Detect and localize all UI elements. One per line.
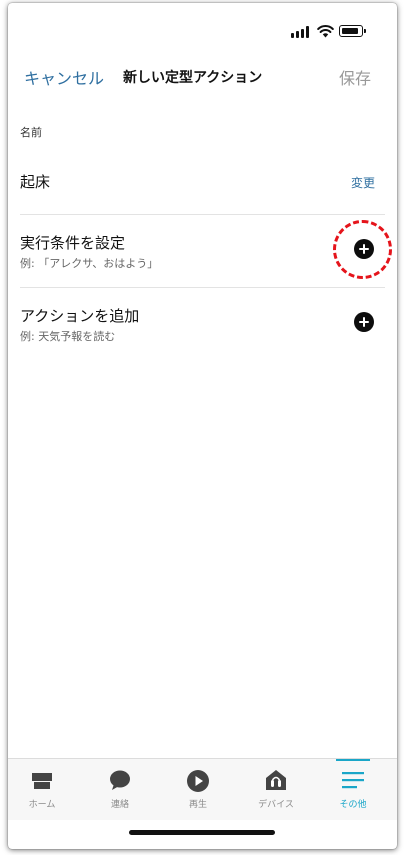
navigation-bar: キャンセル 新しい定型アクション 保存 [8, 59, 397, 95]
add-action-plus-icon[interactable] [354, 312, 374, 332]
trigger-example: 例: 「アレクサ、おはよう」 [20, 257, 159, 270]
add-action-row[interactable]: アクションを追加 例: 天気予報を読む [20, 305, 385, 355]
tab-label: ホーム [28, 800, 56, 810]
menu-icon [342, 772, 364, 789]
cellular-signal-icon [291, 26, 313, 38]
action-title: アクションを追加 [20, 307, 140, 325]
tab-devices[interactable]: デバイス [246, 759, 306, 819]
action-example: 例: 天気予報を読む [20, 330, 116, 343]
cancel-button[interactable]: キャンセル [24, 65, 104, 89]
divider [20, 214, 385, 215]
add-trigger-plus-icon[interactable] [354, 239, 374, 259]
chat-bubble-icon [110, 770, 130, 790]
trigger-title: 実行条件を設定 [20, 234, 126, 252]
routine-name-row: 起床 変更 [20, 158, 385, 214]
tab-home[interactable]: ホーム [12, 759, 72, 819]
bottom-tab-bar: ホーム 連絡 再生 デバイス その他 [8, 758, 397, 820]
wifi-icon [317, 25, 334, 38]
page-title: 新しい定型アクション [123, 70, 263, 86]
change-name-button[interactable]: 変更 [351, 174, 375, 191]
save-button[interactable]: 保存 [339, 65, 371, 89]
tab-play[interactable]: 再生 [168, 759, 228, 819]
name-section-label: 名前 [20, 126, 42, 139]
devices-icon [266, 770, 286, 790]
tab-label: 再生 [188, 800, 207, 810]
home-icon [32, 773, 52, 789]
set-trigger-row[interactable]: 実行条件を設定 例: 「アレクサ、おはよう」 [20, 232, 385, 282]
play-icon [187, 770, 209, 792]
tab-communicate[interactable]: 連絡 [90, 759, 150, 819]
phone-screen: キャンセル 新しい定型アクション 保存 名前 起床 変更 実行条件を設定 例: … [8, 3, 397, 849]
divider [20, 287, 385, 288]
tab-label: デバイス [258, 800, 294, 810]
tab-label: その他 [339, 800, 367, 810]
battery-icon [339, 25, 366, 37]
home-indicator[interactable] [129, 830, 275, 835]
routine-name-value: 起床 [20, 173, 51, 191]
status-bar [8, 3, 397, 59]
tab-label: 連絡 [110, 800, 129, 810]
tab-more[interactable]: その他 [323, 759, 383, 819]
